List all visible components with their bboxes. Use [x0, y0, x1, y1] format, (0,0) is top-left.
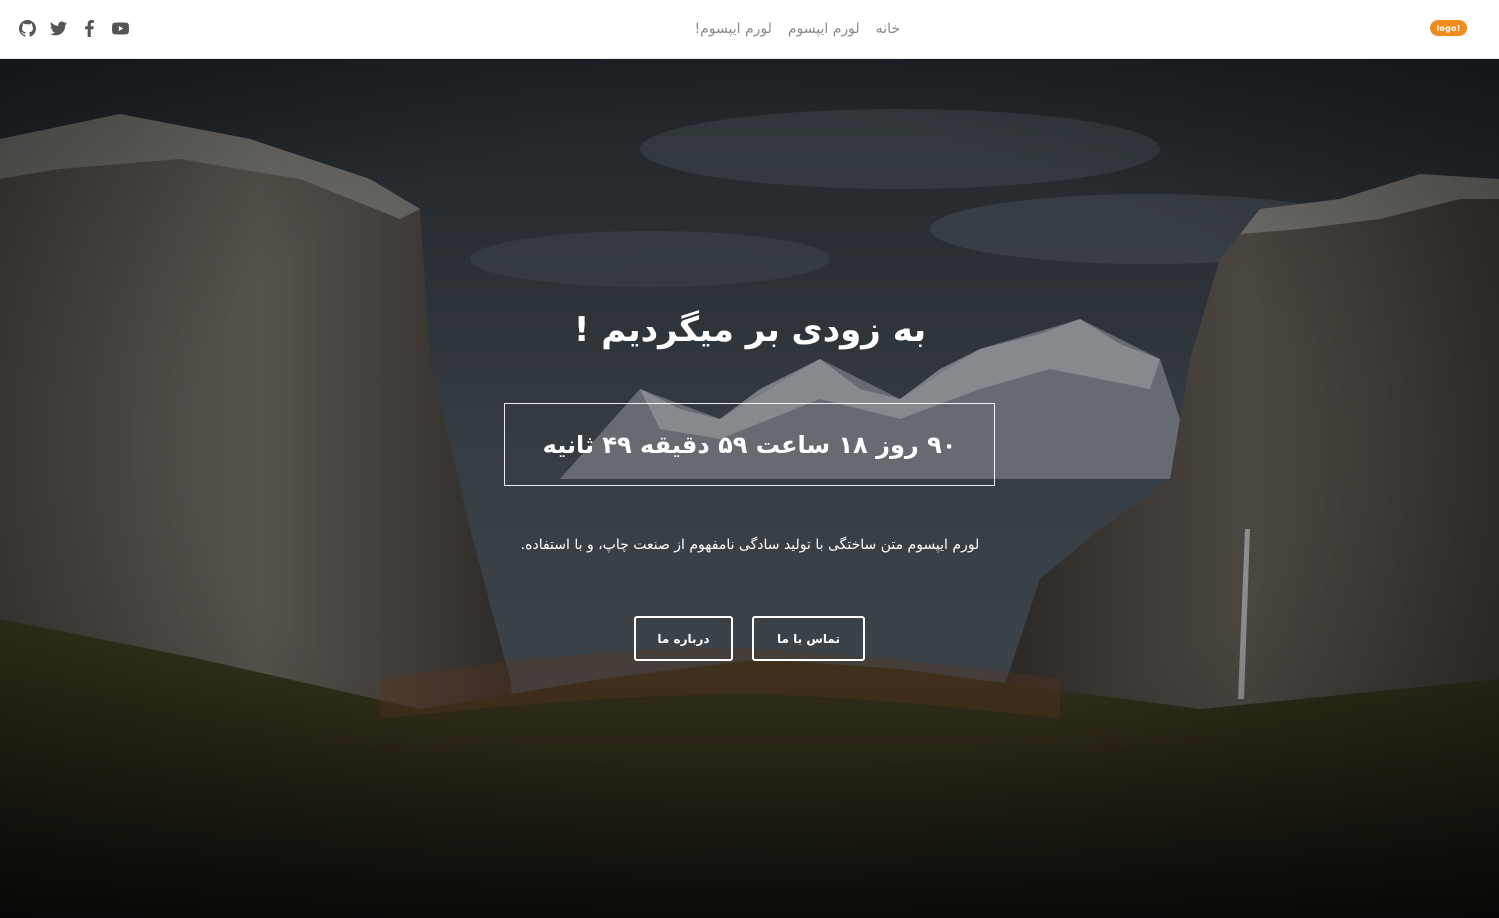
countdown-timer: ۹۰ روز ۱۸ ساعت ۵۹ دقیقه ۴۹ ثانیه — [504, 403, 995, 486]
social-links — [18, 17, 130, 39]
about-us-button[interactable]: درباره ما — [634, 616, 733, 661]
nav-item-lorem-2[interactable]: لورم ایپسوم! — [695, 21, 772, 37]
hero-description: لورم ایپسوم متن ساختگی با تولید سادگی نا… — [520, 537, 980, 553]
hero-title: به زودی بر میگردیم ! — [573, 310, 927, 350]
main-nav: خانه لورم ایپسوم لورم ایپسوم! — [660, 17, 901, 41]
twitter-icon[interactable] — [49, 19, 68, 38]
site-header: خانه لورم ایپسوم لورم ایپسوم! logo! — [0, 0, 1499, 59]
github-icon[interactable] — [18, 19, 37, 38]
nav-item-lorem-1[interactable]: لورم ایپسوم — [788, 21, 860, 37]
nav-item-home[interactable]: خانه — [876, 21, 900, 37]
facebook-icon[interactable] — [80, 19, 99, 38]
contact-us-button[interactable]: تماس با ما — [752, 616, 865, 661]
youtube-icon[interactable] — [111, 19, 130, 38]
site-logo[interactable]: logo! — [1430, 20, 1467, 36]
hero-section: به زودی بر میگردیم ! ۹۰ روز ۱۸ ساعت ۵۹ د… — [0, 59, 1499, 918]
dark-overlay — [0, 59, 1499, 918]
